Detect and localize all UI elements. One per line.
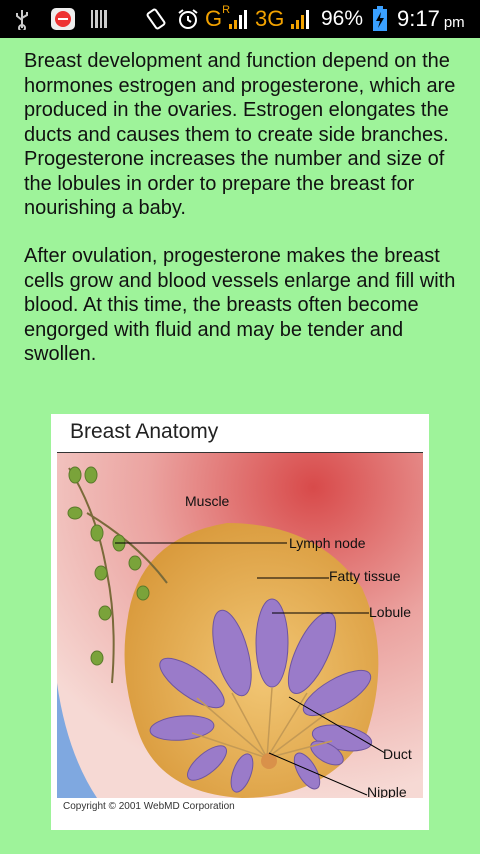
battery-percent: 96%	[321, 7, 364, 30]
article-scroll-area[interactable]: Breast development and function depend o…	[0, 38, 480, 854]
breast-anatomy-figure: Breast Anatomy Muscle Lymph node Fatty t…	[51, 414, 429, 830]
label-muscle: Muscle	[185, 493, 230, 509]
alarm-icon	[176, 0, 200, 38]
app-notification-icon	[50, 0, 76, 38]
label-duct: Duct	[383, 746, 412, 762]
article-paragraph-2: After ovulation, progesterone makes the …	[24, 245, 456, 365]
status-bar: G R 3G 96% 9:17 pm	[0, 0, 480, 38]
network-type-2: 3G	[255, 6, 285, 31]
label-fatty-tissue: Fatty tissue	[329, 568, 401, 584]
barcode-icon	[90, 0, 108, 38]
figure-title: Breast Anatomy	[70, 420, 219, 443]
signal-icon	[228, 0, 250, 38]
article-paragraph-1: Breast development and function depend o…	[24, 50, 456, 219]
clock-time: 9:17	[397, 6, 440, 31]
figure-copyright: Copyright © 2001 WebMD Corporation	[63, 801, 235, 812]
breast-anatomy-illustration: Muscle Lymph node Fatty tissue Lobule Du…	[57, 453, 423, 798]
signal2-icon	[290, 0, 312, 38]
label-lobule: Lobule	[369, 604, 411, 620]
rotate-icon	[144, 0, 168, 38]
battery-charging-icon	[372, 0, 388, 38]
usb-icon	[14, 0, 30, 38]
label-nipple: Nipple	[367, 784, 407, 798]
clock-ampm: pm	[443, 13, 465, 31]
label-lymph-node: Lymph node	[289, 535, 366, 551]
network-type: G	[205, 6, 223, 31]
